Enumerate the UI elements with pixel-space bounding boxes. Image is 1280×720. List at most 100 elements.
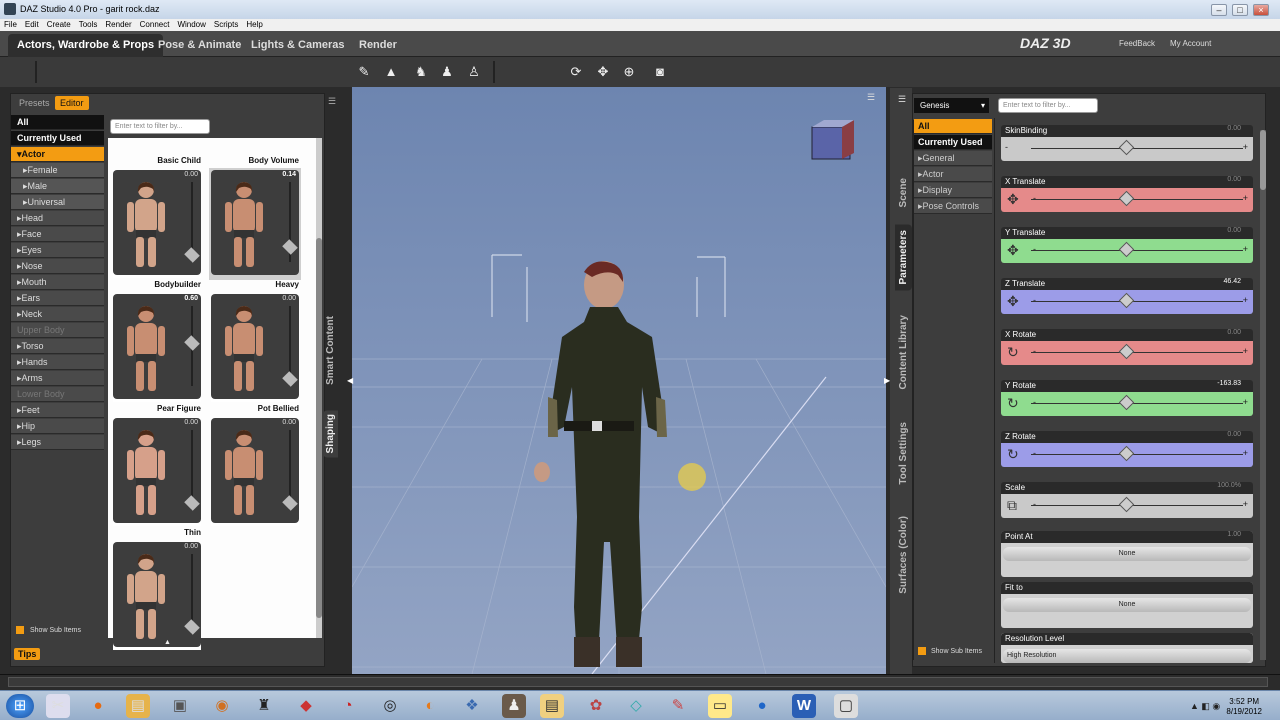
word-icon[interactable]: W xyxy=(792,694,816,718)
plus-icon[interactable]: + xyxy=(1243,193,1248,203)
blender-icon[interactable]: ◐ xyxy=(418,694,442,718)
menu-scripts[interactable]: Scripts xyxy=(210,19,242,29)
slider-knob[interactable] xyxy=(282,495,298,511)
minus-icon[interactable]: - xyxy=(1033,397,1036,407)
parameter-category[interactable]: ▸General xyxy=(914,151,992,166)
morph-thumb[interactable]: Basic Child 0.00 xyxy=(113,156,201,278)
category-item[interactable]: ▸Ears xyxy=(11,291,104,306)
node-selector[interactable]: Genesis ▾ xyxy=(914,98,989,113)
right-show-sub-items-checkbox[interactable] xyxy=(918,647,926,655)
parameter-slider[interactable]: - + xyxy=(1001,137,1253,161)
slider-knob[interactable] xyxy=(1118,496,1135,513)
folder-icon[interactable]: ▤ xyxy=(540,694,564,718)
tab-actors-wardrobe-props[interactable]: Actors, Wardrobe & Props xyxy=(8,34,164,57)
morph-thumb[interactable]: Bodybuilder 0.60 xyxy=(113,280,201,402)
tab-presets[interactable]: Presets xyxy=(14,96,55,110)
menu-window[interactable]: Window xyxy=(173,19,209,29)
minus-icon[interactable]: - xyxy=(1033,295,1036,305)
3d-viewport[interactable] xyxy=(351,87,887,675)
parameter-value[interactable]: 0.00 xyxy=(1227,176,1241,183)
minus-icon[interactable]: - xyxy=(1005,142,1008,152)
my-account-link[interactable]: My Account xyxy=(1170,39,1211,48)
tab-lights-cameras[interactable]: Lights & Cameras xyxy=(242,34,354,57)
parameter-value[interactable]: 0.00 xyxy=(1227,227,1241,234)
move-icon[interactable]: ✥ xyxy=(594,63,612,81)
app-icon[interactable]: ✂ xyxy=(46,694,70,718)
category-item[interactable]: ▸Hip xyxy=(11,419,104,434)
parameter-slider[interactable]: ⧉ - + xyxy=(1001,494,1253,518)
parameter-slider[interactable]: ↻ - + xyxy=(1001,392,1253,416)
explorer-icon[interactable]: ▤ xyxy=(126,694,150,718)
tips-button[interactable]: Tips xyxy=(14,648,41,660)
slider-knob[interactable] xyxy=(1118,343,1135,360)
people-icon[interactable]: ♞ xyxy=(412,63,430,81)
expand-arrow-icon[interactable]: ▲ xyxy=(164,639,171,646)
right-filter-input[interactable]: Enter text to filter by... xyxy=(998,98,1098,113)
slider-knob[interactable] xyxy=(282,238,298,255)
menu-edit[interactable]: Edit xyxy=(21,19,43,29)
category-item[interactable]: ▸Torso xyxy=(11,339,104,354)
scrollbar-thumb[interactable] xyxy=(316,238,322,618)
group-icon[interactable]: ♙ xyxy=(465,63,483,81)
firefox-icon[interactable]: ● xyxy=(86,694,110,718)
minus-icon[interactable]: - xyxy=(1033,244,1036,254)
app-icon[interactable]: ✎ xyxy=(666,694,690,718)
plus-icon[interactable]: + xyxy=(1243,346,1248,356)
tab-editor[interactable]: Editor xyxy=(55,96,89,110)
app-icon[interactable]: ◆ xyxy=(294,694,318,718)
orbit-icon[interactable]: ⊕ xyxy=(620,63,638,81)
slider-knob[interactable] xyxy=(282,371,298,387)
app-icon[interactable]: ♜ xyxy=(252,694,276,718)
slider-knob[interactable] xyxy=(1118,190,1135,207)
slider-knob[interactable] xyxy=(184,619,200,635)
app-icon[interactable]: ◔ xyxy=(336,694,360,718)
category-item[interactable]: ▸Male xyxy=(11,179,104,194)
category-item[interactable]: ▸Neck xyxy=(11,307,104,322)
menu-connect[interactable]: Connect xyxy=(136,19,174,29)
category-item[interactable]: Lower Body xyxy=(11,387,104,402)
morph-thumb[interactable]: Heavy 0.00 xyxy=(211,280,299,402)
parameter-category[interactable]: ▸Pose Controls xyxy=(914,199,992,214)
view-cube-icon[interactable] xyxy=(811,120,854,160)
category-item[interactable]: All xyxy=(11,115,104,130)
landscape-icon[interactable]: ▲ xyxy=(382,63,400,81)
parameter-slider[interactable]: ↻ - + xyxy=(1001,443,1253,467)
parameter-value[interactable]: 46.42 xyxy=(1223,278,1241,285)
show-sub-items-checkbox[interactable] xyxy=(16,626,24,634)
headphones-icon[interactable]: ◉ xyxy=(210,694,234,718)
plus-icon[interactable]: + xyxy=(1243,499,1248,509)
parameter-value[interactable]: 0.00 xyxy=(1227,329,1241,336)
category-item[interactable]: ▸Universal xyxy=(11,195,104,210)
slider-knob[interactable] xyxy=(1118,394,1135,411)
parameter-category[interactable]: Currently Used xyxy=(914,135,992,150)
category-item[interactable]: ▾Actor xyxy=(11,147,104,162)
tab-surfaces[interactable]: Surfaces (Color) xyxy=(898,516,909,594)
pose-icon[interactable]: ♟ xyxy=(438,63,456,81)
app-icon[interactable]: ▢ xyxy=(834,694,858,718)
parameter-slider[interactable]: ✥ - + xyxy=(1001,239,1253,263)
tab-pose-animate[interactable]: Pose & Animate xyxy=(149,34,250,57)
right-pane-menu-icon[interactable]: ☰ xyxy=(898,94,906,105)
feedback-link[interactable]: FeedBack xyxy=(1119,39,1155,48)
minus-icon[interactable]: - xyxy=(1033,346,1036,356)
menu-help[interactable]: Help xyxy=(242,19,266,29)
menu-file[interactable]: File xyxy=(0,19,21,29)
google-earth-icon[interactable]: ● xyxy=(750,694,774,718)
category-item[interactable]: ▸Mouth xyxy=(11,275,104,290)
parameter-slider[interactable]: ✥ - + xyxy=(1001,188,1253,212)
app-icon[interactable]: ▣ xyxy=(168,694,192,718)
tab-scene[interactable]: Scene xyxy=(898,178,909,207)
plus-icon[interactable]: + xyxy=(1243,295,1248,305)
start-button-icon[interactable]: ⊞ xyxy=(6,694,34,718)
category-item[interactable]: ▸Hands xyxy=(11,355,104,370)
slider-knob[interactable] xyxy=(1118,292,1135,309)
category-item[interactable]: Currently Used xyxy=(11,131,104,146)
fit-to-none-button[interactable]: None xyxy=(1003,598,1251,612)
slider-knob[interactable] xyxy=(1118,139,1135,156)
viewport-menu-icon[interactable]: ☰ xyxy=(867,92,875,103)
morph-thumb[interactable]: Pear Figure 0.00 xyxy=(113,404,201,526)
figure-setup-icon[interactable]: ✎ xyxy=(355,63,373,81)
minus-icon[interactable]: - xyxy=(1033,448,1036,458)
menu-create[interactable]: Create xyxy=(43,19,75,29)
camera-icon[interactable]: ◙ xyxy=(651,63,669,81)
